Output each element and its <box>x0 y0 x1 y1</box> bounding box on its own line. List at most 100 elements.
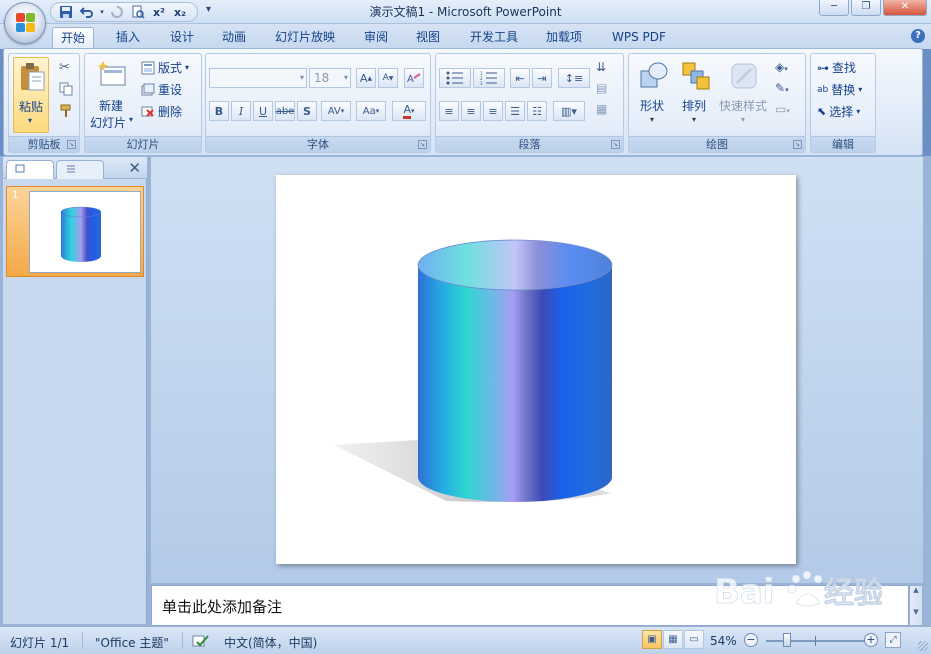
bold-button[interactable]: B <box>209 101 229 121</box>
quick-styles-button[interactable]: 快速样式 ▾ <box>717 57 771 133</box>
zoom-slider-thumb[interactable] <box>783 633 791 647</box>
tab-animations[interactable]: 动画 <box>214 27 254 49</box>
align-right-icon[interactable]: ≡ <box>483 101 503 121</box>
close-pane-icon[interactable]: ✕ <box>128 159 141 177</box>
restore-button[interactable]: ❐ <box>851 0 881 16</box>
arrange-button[interactable]: 排列 ▾ <box>675 57 715 133</box>
notes-pane[interactable]: 单击此处添加备注 <box>151 585 909 626</box>
minimize-button[interactable]: ─ <box>819 0 849 16</box>
redo-icon[interactable] <box>108 4 126 20</box>
clipboard-launcher-icon[interactable]: ↘ <box>67 140 76 149</box>
text-direction-icon[interactable]: ⇊ <box>596 60 606 74</box>
save-icon[interactable] <box>57 4 75 20</box>
underline-button[interactable]: U <box>253 101 273 121</box>
shape-effects-icon[interactable]: ▭▾ <box>775 102 790 116</box>
fit-to-window-icon[interactable]: ⤢ <box>885 632 901 648</box>
cursor-icon: ⬉ <box>817 105 827 118</box>
office-button[interactable] <box>4 2 46 44</box>
paragraph-launcher-icon[interactable]: ↘ <box>611 140 620 149</box>
increase-indent-icon[interactable]: ⇥ <box>532 68 552 88</box>
zoom-out-icon[interactable]: − <box>744 633 758 647</box>
new-slide-button[interactable]: 新建 幻灯片 ▾ <box>87 57 137 133</box>
slides-group: 新建 幻灯片 ▾ 版式 ▾ 重设 删除 幻灯片 <box>84 53 202 153</box>
cut-icon[interactable]: ✂ <box>59 60 70 75</box>
columns-icon[interactable]: ▥▾ <box>553 101 585 121</box>
tab-view[interactable]: 视图 <box>408 27 448 49</box>
slideshow-view-icon[interactable]: ▭ <box>684 630 704 649</box>
tab-slides-thumbnails[interactable] <box>6 160 54 179</box>
undo-icon[interactable] <box>78 4 96 20</box>
align-center-icon[interactable]: ≡ <box>461 101 481 121</box>
strikethrough-button[interactable]: abe <box>275 101 295 121</box>
resize-grip[interactable] <box>918 641 928 651</box>
zoom-level[interactable]: 54% <box>710 634 737 648</box>
align-left-icon[interactable]: ≡ <box>439 101 459 121</box>
cylinder-shape[interactable] <box>276 175 796 564</box>
spellcheck-icon[interactable] <box>192 634 210 651</box>
reset-button[interactable]: 重设 <box>141 81 182 98</box>
subscript-button[interactable]: x₂ <box>171 4 189 20</box>
tab-developer[interactable]: 开发工具 <box>462 27 526 49</box>
tab-outline[interactable] <box>56 160 104 179</box>
line-spacing-icon[interactable]: ↕≡ <box>558 68 590 88</box>
customize-qat-icon[interactable]: ▾ <box>206 4 211 15</box>
font-color-button[interactable]: A ▾ <box>392 101 426 121</box>
character-spacing-button[interactable]: AV ▾ <box>321 101 351 121</box>
justify-icon[interactable]: ☰ <box>505 101 525 121</box>
theme-name[interactable]: "Office 主题" <box>95 634 169 651</box>
slide-thumbnail-1[interactable]: 1 <box>6 186 144 277</box>
align-text-icon[interactable]: ▤ <box>596 81 607 95</box>
outline-tab-icon <box>67 165 75 173</box>
change-case-button[interactable]: Aa ▾ <box>356 101 386 121</box>
font-size-combo[interactable]: 18 ▾ <box>309 68 351 88</box>
select-button[interactable]: ⬉ 选择 ▾ <box>817 103 860 120</box>
format-painter-icon[interactable] <box>59 104 73 121</box>
replace-button[interactable]: ab 替换 ▾ <box>817 81 862 98</box>
distribute-icon[interactable]: ☷ <box>527 101 547 121</box>
font-color-label: A <box>403 103 411 119</box>
tab-wps-pdf[interactable]: WPS PDF <box>604 27 674 49</box>
grow-font-button[interactable]: A ▲ <box>356 68 376 88</box>
normal-view-icon[interactable]: ▣ <box>642 630 662 649</box>
italic-button[interactable]: I <box>231 101 251 121</box>
bullets-icon[interactable] <box>439 68 471 88</box>
smartart-icon[interactable]: ▦ <box>596 102 607 116</box>
superscript-button[interactable]: x² <box>150 4 168 20</box>
tab-home[interactable]: 开始 <box>52 27 95 49</box>
layout-button[interactable]: 版式 ▾ <box>141 59 189 76</box>
clear-format-icon[interactable]: A <box>404 68 424 88</box>
close-button[interactable]: ✕ <box>883 0 927 16</box>
paste-button[interactable]: 粘贴 ▾ <box>13 57 49 133</box>
language-indicator[interactable]: 中文(简体，中国) <box>224 634 317 651</box>
find-button[interactable]: ⊶ 查找 <box>817 59 856 76</box>
tab-review[interactable]: 审阅 <box>356 27 396 49</box>
change-case-label: Aa <box>362 105 376 117</box>
font-size-value: 18 <box>314 71 330 85</box>
delete-slide-button[interactable]: 删除 <box>141 103 182 120</box>
ribbon-tabs: 开始 插入 设计 动画 幻灯片放映 审阅 视图 开发工具 加载项 WPS PDF… <box>0 24 931 49</box>
print-preview-icon[interactable] <box>129 4 147 20</box>
undo-dropdown-icon[interactable]: ▾ <box>99 4 105 20</box>
tab-slideshow[interactable]: 幻灯片放映 <box>267 27 343 49</box>
tab-addins[interactable]: 加载项 <box>538 27 590 49</box>
notes-scrollbar[interactable]: ▲ ▼ <box>909 585 923 626</box>
shape-fill-icon[interactable]: ◈▾ <box>775 60 788 74</box>
slide-canvas[interactable] <box>276 175 796 564</box>
shapes-button[interactable]: 形状 ▾ <box>633 57 673 133</box>
help-icon[interactable]: ? <box>911 29 925 43</box>
decrease-indent-icon[interactable]: ⇤ <box>510 68 530 88</box>
shape-outline-icon[interactable]: ✎▾ <box>775 81 789 95</box>
slide-sorter-view-icon[interactable]: ▦ <box>663 630 683 649</box>
text-shadow-button[interactable]: S <box>297 101 317 121</box>
numbering-icon[interactable]: 123 <box>473 68 505 88</box>
font-launcher-icon[interactable]: ↘ <box>418 140 427 149</box>
font-name-combo[interactable]: ▾ <box>209 68 307 88</box>
tab-design[interactable]: 设计 <box>162 27 202 49</box>
tab-insert[interactable]: 插入 <box>108 27 148 49</box>
drawing-launcher-icon[interactable]: ↘ <box>793 140 802 149</box>
copy-icon[interactable] <box>59 82 73 99</box>
shrink-font-button[interactable]: A ▼ <box>378 68 398 88</box>
drawing-group-label: 绘图 <box>629 136 805 152</box>
zoom-slider[interactable] <box>766 640 866 642</box>
zoom-in-icon[interactable]: + <box>864 633 878 647</box>
